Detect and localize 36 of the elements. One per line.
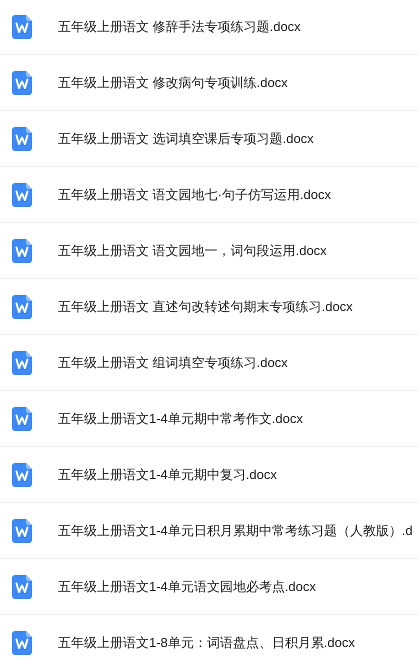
word-document-icon [12, 70, 32, 94]
word-document-icon [12, 630, 32, 654]
word-document-icon [12, 350, 32, 374]
file-name: 五年级上册语文 修改病句专项训练.docx [58, 74, 288, 92]
word-document-icon [12, 406, 32, 430]
file-row[interactable]: 五年级上册语文1-4单元语文园地必考点.docx [0, 559, 418, 615]
file-name: 五年级上册语文 语文园地七·句子仿写运用.docx [58, 186, 332, 204]
word-document-icon [12, 182, 32, 206]
file-row[interactable]: 五年级上册语文 选词填空课后专项习题.docx [0, 111, 418, 167]
word-document-icon [12, 126, 32, 150]
word-document-icon [12, 462, 32, 486]
file-row[interactable]: 五年级上册语文 语文园地一，词句段运用.docx [0, 223, 418, 279]
file-name: 五年级上册语文1-4单元期中常考作文.docx [58, 410, 303, 428]
file-name: 五年级上册语文 直述句改转述句期末专项练习.docx [58, 298, 353, 316]
file-row[interactable]: 五年级上册语文 修辞手法专项练习题.docx [0, 0, 418, 55]
file-row[interactable]: 五年级上册语文1-4单元期中常考作文.docx [0, 391, 418, 447]
file-name: 五年级上册语文1-8单元：词语盘点、日积月累.docx [58, 634, 355, 652]
file-name: 五年级上册语文1-4单元日积月累期中常考练习题（人教版）.d [58, 522, 413, 540]
file-row[interactable]: 五年级上册语文1-4单元日积月累期中常考练习题（人教版）.d [0, 503, 418, 559]
word-document-icon [12, 238, 32, 262]
file-name: 五年级上册语文 语文园地一，词句段运用.docx [58, 242, 327, 260]
file-row[interactable]: 五年级上册语文1-4单元期中复习.docx [0, 447, 418, 503]
file-name: 五年级上册语文 选词填空课后专项习题.docx [58, 130, 314, 148]
word-document-icon [12, 518, 32, 542]
file-row[interactable]: 五年级上册语文 直述句改转述句期末专项练习.docx [0, 279, 418, 335]
file-name: 五年级上册语文1-4单元期中复习.docx [58, 466, 277, 484]
word-document-icon [12, 574, 32, 598]
file-row[interactable]: 五年级上册语文1-8单元：词语盘点、日积月累.docx [0, 615, 418, 658]
file-row[interactable]: 五年级上册语文 修改病句专项训练.docx [0, 55, 418, 111]
file-name: 五年级上册语文 组词填空专项练习.docx [58, 354, 288, 372]
file-row[interactable]: 五年级上册语文 语文园地七·句子仿写运用.docx [0, 167, 418, 223]
word-document-icon [12, 294, 32, 318]
word-document-icon [12, 15, 32, 39]
file-name: 五年级上册语文1-4单元语文园地必考点.docx [58, 578, 316, 596]
file-row[interactable]: 五年级上册语文 组词填空专项练习.docx [0, 335, 418, 391]
file-name: 五年级上册语文 修辞手法专项练习题.docx [58, 18, 301, 36]
